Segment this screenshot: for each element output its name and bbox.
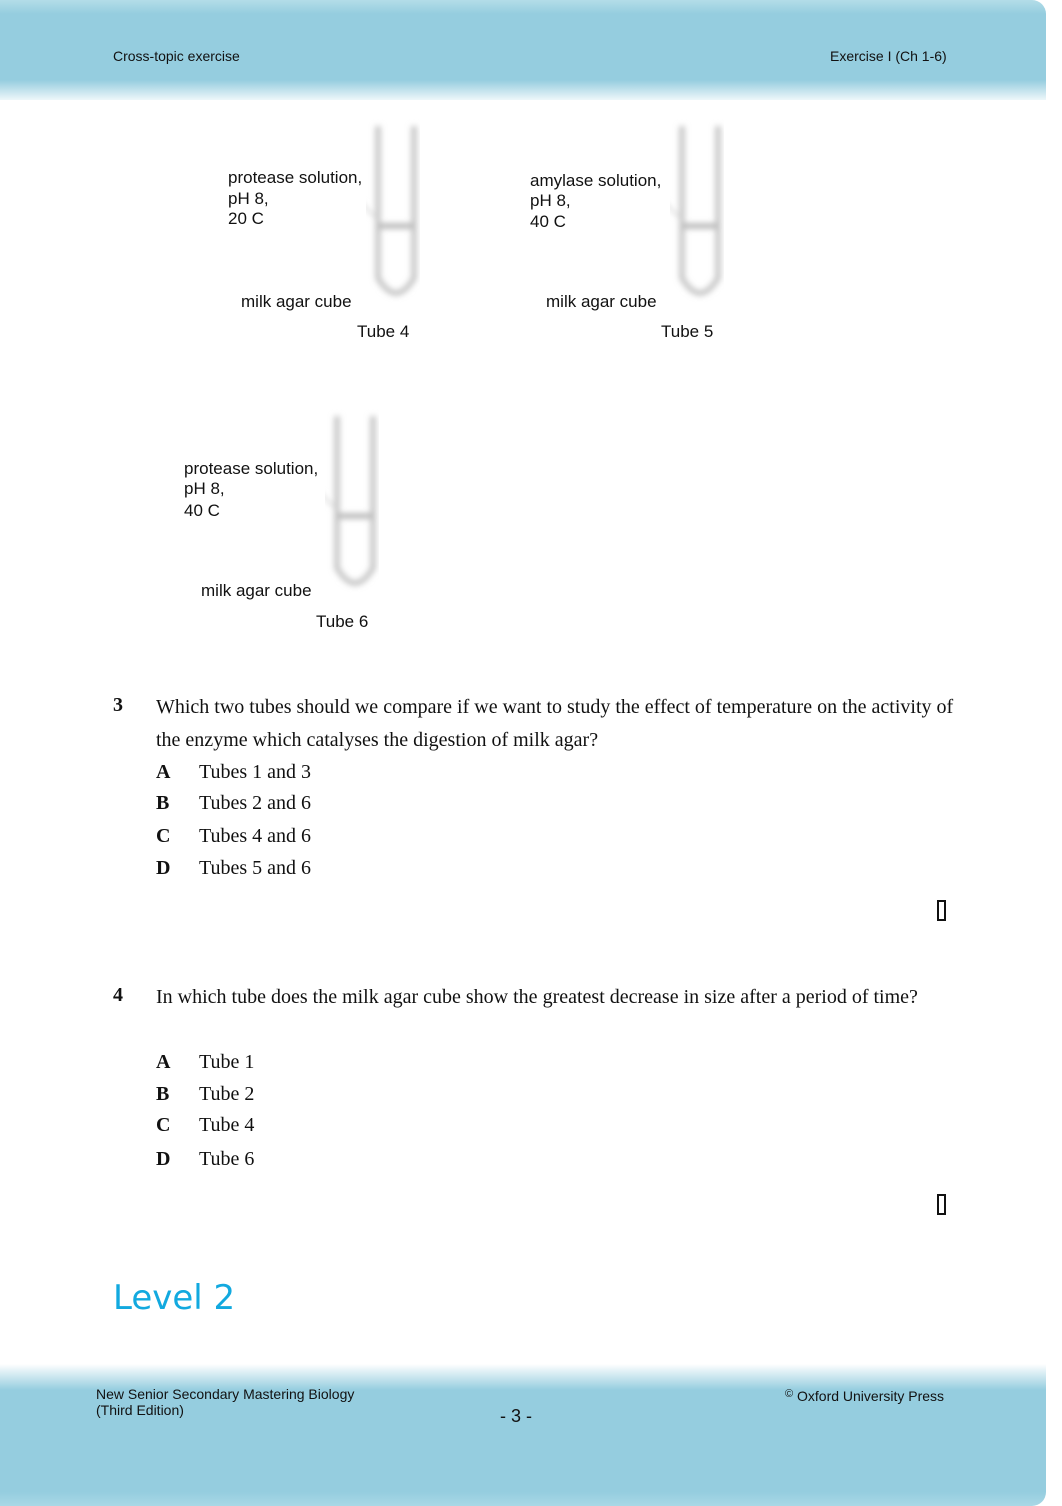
page-number: - 3 - <box>500 1406 533 1426</box>
header-left-text: Cross-topic exercise <box>113 48 240 64</box>
tube-caption: Tube 6 <box>316 612 369 631</box>
cube-label: milk agar cube <box>241 292 352 311</box>
option-letter: C <box>156 825 171 847</box>
test-tube-icon <box>670 126 721 296</box>
test-tube-icon <box>325 416 376 586</box>
footer-edition: (Third Edition) <box>96 1402 184 1418</box>
question-text: In which tube does the milk agar cube sh… <box>156 986 918 1008</box>
option-letter: B <box>156 1083 170 1105</box>
option-text: Tube 1 <box>199 1051 255 1073</box>
cube-label: milk agar cube <box>201 581 312 600</box>
ph-label: pH 8, <box>530 191 571 210</box>
option-text: Tubes 2 and 6 <box>199 792 312 814</box>
header-right-text: Exercise I (Ch 1-6) <box>830 48 947 64</box>
tube-caption: Tube 4 <box>357 322 410 341</box>
section-heading: Level 2 <box>113 1278 236 1318</box>
temperature-label: 20 C <box>228 209 264 228</box>
option-text: Tube 2 <box>199 1083 255 1105</box>
solution-label: amylase solution, <box>530 171 662 190</box>
option-text: Tube 6 <box>199 1148 255 1170</box>
option-letter: A <box>156 761 171 783</box>
answer-box-icon[interactable] <box>937 1194 946 1215</box>
cube-label: milk agar cube <box>546 292 657 311</box>
tube-caption: Tube 5 <box>661 322 714 341</box>
test-tube-icon <box>366 126 417 296</box>
footer-publisher: Oxford University Press <box>797 1388 945 1404</box>
question-number: 3 <box>113 694 123 716</box>
solution-label: protease solution, <box>184 459 319 478</box>
option-text: Tubes 1 and 3 <box>199 761 312 783</box>
ph-label: pH 8, <box>228 189 269 208</box>
question-number: 4 <box>113 984 123 1006</box>
option-letter: B <box>156 792 170 814</box>
option-letter: D <box>156 1148 171 1170</box>
ph-label: pH 8, <box>184 479 225 498</box>
option-text: Tubes 5 and 6 <box>199 857 312 879</box>
option-letter: D <box>156 857 171 879</box>
temperature-label: 40 C <box>530 212 566 231</box>
footer-book-title: New Senior Secondary Mastering Biology <box>96 1386 355 1402</box>
option-letter: A <box>156 1051 171 1073</box>
question-text: Which two tubes should we compare if we … <box>156 696 954 751</box>
option-text: Tube 4 <box>199 1114 255 1136</box>
footer-copyright: © Oxford University Press <box>785 1386 944 1404</box>
option-letter: C <box>156 1114 171 1136</box>
answer-box-icon[interactable] <box>937 900 946 921</box>
temperature-label: 40 C <box>184 501 220 520</box>
option-text: Tubes 4 and 6 <box>199 825 312 847</box>
copyright-icon: © <box>785 1388 794 1400</box>
solution-label: protease solution, <box>228 168 363 187</box>
